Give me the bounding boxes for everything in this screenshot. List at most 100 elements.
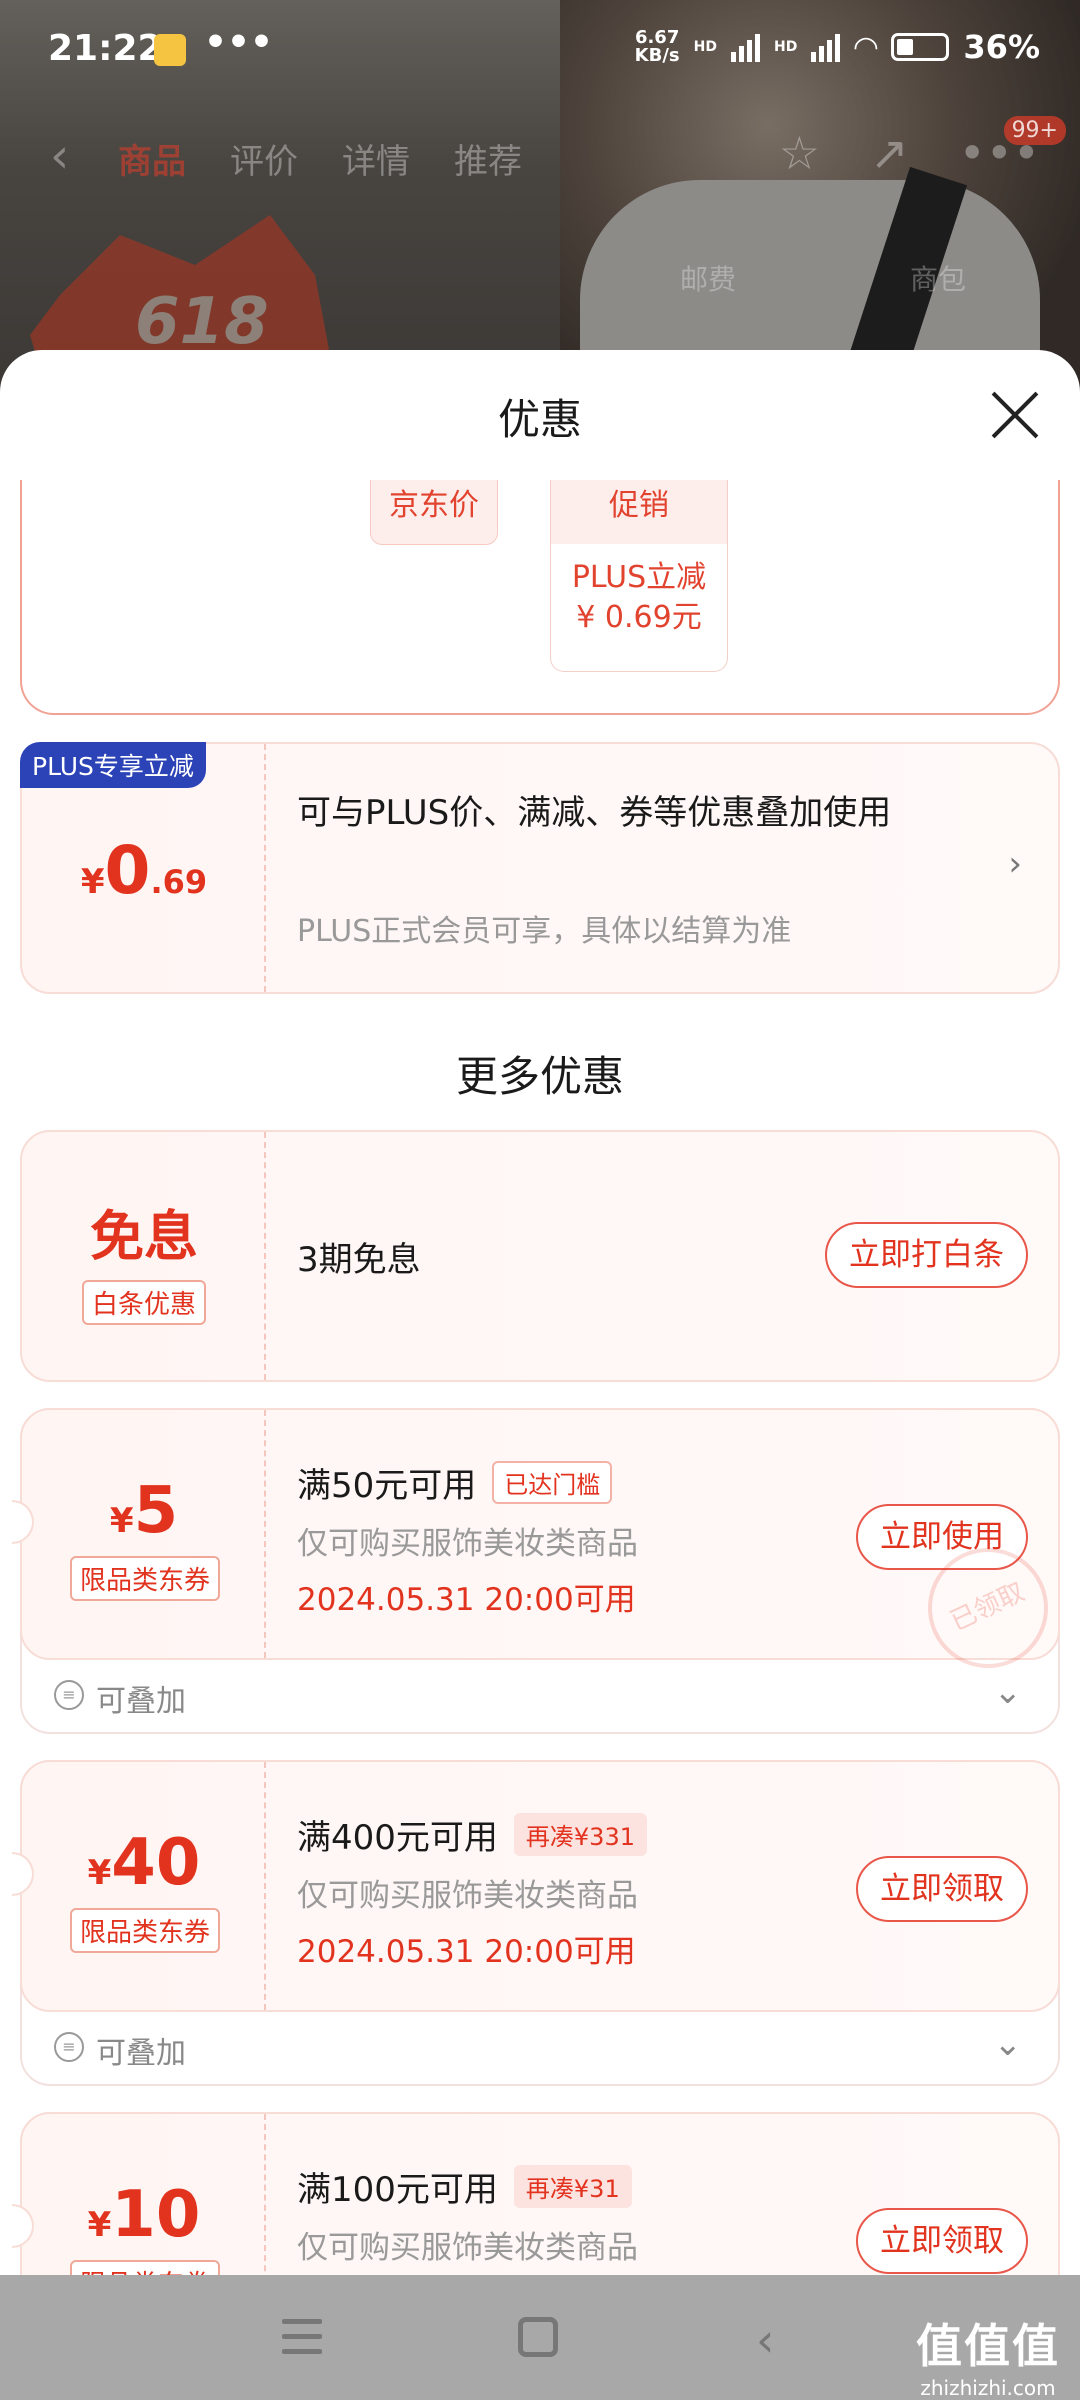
home-icon[interactable] <box>518 2317 558 2357</box>
use-baitiao-button[interactable]: 立即打白条 <box>825 1222 1028 1288</box>
hd-label: HD <box>773 39 798 55</box>
bg-nav-icons: ☆ ↗ ••• <box>779 126 1040 180</box>
coupon-scope: 仅可购买服饰美妆类商品 <box>297 1878 638 1914</box>
coupon-item: ¥40 限品类东券 满400元可用 再凑¥331 仅可购买服饰美妆类商品 202… <box>12 1760 1060 2086</box>
coupon-amount-panel: ¥10 限品类东券 <box>22 2114 266 2275</box>
coupon-scope: 仅可购买服饰美妆类商品 <box>297 1526 638 1562</box>
tab-details: 详情 <box>342 142 410 182</box>
message-count-badge: 99+ <box>1003 116 1066 145</box>
jd-price-label: 京东价 <box>370 480 498 545</box>
more-discounts-title: 更多优惠 <box>455 1052 624 1101</box>
watermark-url: zhizhizhi.com <box>920 2376 1056 2400</box>
coupon-condition-row: 满50元可用 已达门槛 <box>297 1458 613 1507</box>
currency-symbol: ¥ <box>87 2205 112 2245</box>
back-icon[interactable]: ‹ <box>756 2313 774 2367</box>
claim-coupon-button[interactable]: 立即领取 <box>856 1856 1028 1922</box>
interest-free-label: 免息 <box>90 1205 198 1268</box>
close-button[interactable] <box>990 390 1040 440</box>
tab-reviews: 评价 <box>230 142 298 182</box>
coupon-item: ¥5 限品类东券 满50元可用 已达门槛 仅可购买服饰美妆类商品 2024.05… <box>12 1408 1068 1734</box>
watermark-logo: 值值值 <box>916 2319 1060 2373</box>
tab-recommend: 推荐 <box>454 142 522 182</box>
share-icon: ↗ <box>870 126 909 180</box>
promo-header: 促销 <box>551 480 727 544</box>
star-icon: ☆ <box>778 126 821 180</box>
back-icon: ‹ <box>50 128 70 184</box>
bg-tag: 邮费 <box>680 263 737 296</box>
promo-body: PLUS立减 ¥ 0.69元 <box>551 544 727 638</box>
currency-symbol: ¥ <box>80 862 105 902</box>
amount-decimal: .69 <box>150 863 208 901</box>
claim-coupon-button[interactable]: 立即领取 <box>856 2208 1028 2274</box>
coupon-condition: 满400元可用 <box>297 1818 498 1858</box>
plus-discount-card[interactable]: ¥0.69 PLUS专享立减 可与PLUS价、满减、券等优惠叠加使用 PLUS正… <box>20 742 1060 994</box>
coupon-condition-row: 满100元可用 再凑¥31 <box>297 2162 632 2211</box>
coupon-card: ¥40 限品类东券 满400元可用 再凑¥331 仅可购买服饰美妆类商品 202… <box>12 1760 1060 2012</box>
hd-label: HD <box>693 39 717 55</box>
coupon-card: ¥10 限品类东券 满100元可用 再凑¥31 仅可购买服饰美妆类商品 立即领取 <box>12 2112 1060 2275</box>
coupon-amount: ¥5 <box>22 1474 266 1548</box>
promo-breakdown-card: 促销 PLUS立减 ¥ 0.69元 <box>550 480 728 672</box>
coupon-condition: 满50元可用 <box>297 1466 477 1506</box>
chevron-down-icon: ⌄ <box>993 1672 1023 1712</box>
bg-top-nav: ‹ 商品 评价 详情 推荐 ☆ ↗ ••• 99+ <box>0 116 1080 190</box>
plus-note: PLUS正式会员可享，具体以结算为准 <box>297 914 792 949</box>
wifi-icon: ◠ <box>854 29 878 65</box>
baitiao-tag: 白条优惠 <box>82 1280 207 1325</box>
coupon-condition: 满100元可用 <box>297 2170 498 2210</box>
baitiao-panel: 免息 白条优惠 <box>22 1132 266 1380</box>
coupon-amount: ¥40 <box>22 1826 266 1900</box>
discount-sheet: 优惠 京东价 促销 PLUS立减 ¥ 0.69元 ¥0.69 PLUS专享立减 … <box>0 350 1080 2275</box>
promo-line: PLUS立减 <box>571 560 707 595</box>
plus-amount: ¥0.69 <box>22 832 266 909</box>
stackable-label: 可叠加 <box>96 2036 186 2071</box>
more-notifications-icon: ••• <box>204 22 274 63</box>
coupon-value: 40 <box>111 1826 201 1900</box>
price-breakdown: 京东价 促销 PLUS立减 ¥ 0.69元 <box>20 480 1060 715</box>
amount-needed-pill: 再凑¥31 <box>513 2165 632 2208</box>
stackable-label: 可叠加 <box>96 1684 186 1719</box>
signal-icon <box>730 32 760 62</box>
coupon-amount: ¥10 <box>22 2178 266 2252</box>
battery-icon <box>891 33 950 61</box>
promo-line: ¥ 0.69元 <box>576 600 702 635</box>
plus-description: 可与PLUS价、满减、券等优惠叠加使用 <box>297 793 892 833</box>
stackable-icon: ≡ <box>54 1680 84 1710</box>
coupon-card: ¥5 限品类东券 满50元可用 已达门槛 仅可购买服饰美妆类商品 2024.05… <box>12 1408 1068 1688</box>
baitiao-card: 免息 白条优惠 3期免息 立即打白条 <box>20 1130 1060 1382</box>
coupon-time: 2024.05.31 20:00可用 <box>297 1582 636 1618</box>
bg-tag: 商包 <box>910 263 967 296</box>
threshold-status: 已达门槛 <box>492 1461 613 1504</box>
network-speed: 6.67 KB/s <box>635 29 680 65</box>
notification-app-icon <box>154 34 186 66</box>
chevron-right-icon: › <box>1008 844 1022 884</box>
stackable-icon: ≡ <box>54 2032 84 2062</box>
currency-symbol: ¥ <box>87 1853 112 1893</box>
chevron-down-icon: ⌄ <box>993 2024 1023 2064</box>
coupon-condition-row: 满400元可用 再凑¥331 <box>297 1810 647 1859</box>
signal-icon <box>811 32 841 62</box>
sheet-title: 优惠 <box>497 395 582 444</box>
stackable-row[interactable]: ≡ 可叠加 ⌄ <box>22 2010 1058 2084</box>
status-bar: 21:22 ••• 6.67 KB/s HD HD ◠ 36% <box>0 0 1080 100</box>
network-speed-unit: KB/s <box>634 45 680 66</box>
recent-apps-icon[interactable] <box>282 2319 322 2364</box>
status-right: 6.67 KB/s HD HD ◠ 36% <box>635 28 1040 66</box>
coupon-time: 2024.05.31 20:00可用 <box>297 1934 636 1970</box>
coupon-amount-panel: ¥40 限品类东券 <box>22 1762 266 2010</box>
coupon-type-tag: 限品类东券 <box>70 1556 221 1601</box>
site-watermark: 值值值 zhizhizhi.com <box>916 2310 1060 2400</box>
amount-needed-pill: 再凑¥331 <box>513 1813 647 1856</box>
coupon-amount-panel: ¥5 限品类东券 <box>22 1410 266 1658</box>
bg-tabs: 商品 评价 详情 推荐 <box>118 134 522 183</box>
stackable-row[interactable]: ≡ 可叠加 ⌄ <box>22 1658 1058 1732</box>
coupon-value: 10 <box>111 2178 201 2252</box>
plus-tag: PLUS专享立减 <box>20 742 206 788</box>
coupon-scope: 仅可购买服饰美妆类商品 <box>297 2230 638 2266</box>
amount-integer: 0 <box>104 832 151 909</box>
status-time: 21:22 <box>48 28 163 69</box>
coupon-item: ¥10 限品类东券 满100元可用 再凑¥31 仅可购买服饰美妆类商品 立即领取 <box>12 2112 1060 2275</box>
coupon-value: 5 <box>133 1474 179 1548</box>
coupon-type-tag: 限品类东券 <box>70 1908 221 1953</box>
battery-percent: 36% <box>963 28 1040 66</box>
